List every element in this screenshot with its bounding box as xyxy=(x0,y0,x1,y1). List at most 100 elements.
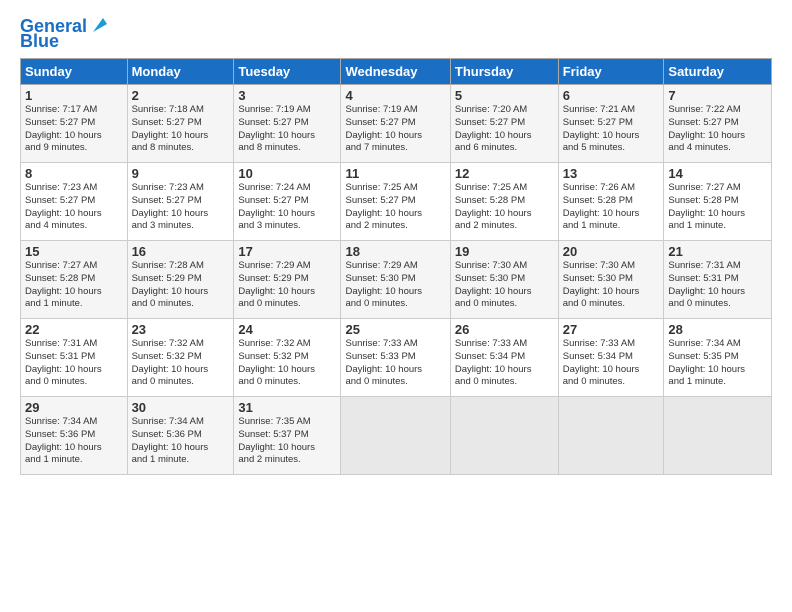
day-number: 1 xyxy=(25,88,123,103)
day-number: 12 xyxy=(455,166,554,181)
day-info: Sunrise: 7:30 AMSunset: 5:30 PMDaylight:… xyxy=(455,260,554,311)
day-info: Sunrise: 7:31 AMSunset: 5:31 PMDaylight:… xyxy=(25,338,123,389)
day-info: Sunrise: 7:29 AMSunset: 5:29 PMDaylight:… xyxy=(238,260,336,311)
day-info: Sunrise: 7:33 AMSunset: 5:34 PMDaylight:… xyxy=(455,338,554,389)
header-cell-monday: Monday xyxy=(127,59,234,85)
day-info: Sunrise: 7:29 AMSunset: 5:30 PMDaylight:… xyxy=(345,260,445,311)
day-number: 21 xyxy=(668,244,767,259)
page: General Blue SundayMondayTuesdayWednesda… xyxy=(0,0,792,485)
day-number: 13 xyxy=(563,166,660,181)
day-cell: 5Sunrise: 7:20 AMSunset: 5:27 PMDaylight… xyxy=(450,85,558,163)
day-number: 17 xyxy=(238,244,336,259)
day-cell: 17Sunrise: 7:29 AMSunset: 5:29 PMDayligh… xyxy=(234,241,341,319)
header-cell-saturday: Saturday xyxy=(664,59,772,85)
day-cell: 13Sunrise: 7:26 AMSunset: 5:28 PMDayligh… xyxy=(558,163,664,241)
logo: General Blue xyxy=(20,16,111,50)
header: General Blue xyxy=(20,16,772,50)
header-cell-thursday: Thursday xyxy=(450,59,558,85)
day-info: Sunrise: 7:34 AMSunset: 5:36 PMDaylight:… xyxy=(25,416,123,467)
day-number: 19 xyxy=(455,244,554,259)
day-cell: 9Sunrise: 7:23 AMSunset: 5:27 PMDaylight… xyxy=(127,163,234,241)
day-number: 10 xyxy=(238,166,336,181)
week-row-5: 29Sunrise: 7:34 AMSunset: 5:36 PMDayligh… xyxy=(21,397,772,475)
day-cell: 16Sunrise: 7:28 AMSunset: 5:29 PMDayligh… xyxy=(127,241,234,319)
day-cell: 2Sunrise: 7:18 AMSunset: 5:27 PMDaylight… xyxy=(127,85,234,163)
day-cell: 31Sunrise: 7:35 AMSunset: 5:37 PMDayligh… xyxy=(234,397,341,475)
header-row: SundayMondayTuesdayWednesdayThursdayFrid… xyxy=(21,59,772,85)
day-number: 23 xyxy=(132,322,230,337)
day-cell: 1Sunrise: 7:17 AMSunset: 5:27 PMDaylight… xyxy=(21,85,128,163)
week-row-2: 8Sunrise: 7:23 AMSunset: 5:27 PMDaylight… xyxy=(21,163,772,241)
day-info: Sunrise: 7:22 AMSunset: 5:27 PMDaylight:… xyxy=(668,104,767,155)
day-number: 2 xyxy=(132,88,230,103)
day-cell: 20Sunrise: 7:30 AMSunset: 5:30 PMDayligh… xyxy=(558,241,664,319)
day-number: 7 xyxy=(668,88,767,103)
header-cell-tuesday: Tuesday xyxy=(234,59,341,85)
logo-blue-text: Blue xyxy=(20,32,59,50)
day-cell: 10Sunrise: 7:24 AMSunset: 5:27 PMDayligh… xyxy=(234,163,341,241)
day-info: Sunrise: 7:18 AMSunset: 5:27 PMDaylight:… xyxy=(132,104,230,155)
day-cell: 25Sunrise: 7:33 AMSunset: 5:33 PMDayligh… xyxy=(341,319,450,397)
day-info: Sunrise: 7:32 AMSunset: 5:32 PMDaylight:… xyxy=(238,338,336,389)
day-cell: 18Sunrise: 7:29 AMSunset: 5:30 PMDayligh… xyxy=(341,241,450,319)
header-cell-sunday: Sunday xyxy=(21,59,128,85)
day-number: 3 xyxy=(238,88,336,103)
day-cell: 8Sunrise: 7:23 AMSunset: 5:27 PMDaylight… xyxy=(21,163,128,241)
day-number: 4 xyxy=(345,88,445,103)
day-info: Sunrise: 7:32 AMSunset: 5:32 PMDaylight:… xyxy=(132,338,230,389)
day-number: 11 xyxy=(345,166,445,181)
day-cell: 7Sunrise: 7:22 AMSunset: 5:27 PMDaylight… xyxy=(664,85,772,163)
day-number: 30 xyxy=(132,400,230,415)
day-cell: 24Sunrise: 7:32 AMSunset: 5:32 PMDayligh… xyxy=(234,319,341,397)
day-info: Sunrise: 7:24 AMSunset: 5:27 PMDaylight:… xyxy=(238,182,336,233)
day-number: 26 xyxy=(455,322,554,337)
day-info: Sunrise: 7:35 AMSunset: 5:37 PMDaylight:… xyxy=(238,416,336,467)
day-info: Sunrise: 7:25 AMSunset: 5:27 PMDaylight:… xyxy=(345,182,445,233)
day-cell: 15Sunrise: 7:27 AMSunset: 5:28 PMDayligh… xyxy=(21,241,128,319)
day-info: Sunrise: 7:33 AMSunset: 5:34 PMDaylight:… xyxy=(563,338,660,389)
week-row-3: 15Sunrise: 7:27 AMSunset: 5:28 PMDayligh… xyxy=(21,241,772,319)
day-number: 15 xyxy=(25,244,123,259)
day-cell: 29Sunrise: 7:34 AMSunset: 5:36 PMDayligh… xyxy=(21,397,128,475)
day-cell: 22Sunrise: 7:31 AMSunset: 5:31 PMDayligh… xyxy=(21,319,128,397)
day-cell: 11Sunrise: 7:25 AMSunset: 5:27 PMDayligh… xyxy=(341,163,450,241)
day-cell: 12Sunrise: 7:25 AMSunset: 5:28 PMDayligh… xyxy=(450,163,558,241)
header-cell-wednesday: Wednesday xyxy=(341,59,450,85)
day-cell: 23Sunrise: 7:32 AMSunset: 5:32 PMDayligh… xyxy=(127,319,234,397)
header-cell-friday: Friday xyxy=(558,59,664,85)
day-info: Sunrise: 7:27 AMSunset: 5:28 PMDaylight:… xyxy=(25,260,123,311)
day-info: Sunrise: 7:23 AMSunset: 5:27 PMDaylight:… xyxy=(25,182,123,233)
day-number: 14 xyxy=(668,166,767,181)
day-number: 20 xyxy=(563,244,660,259)
logo-icon xyxy=(89,14,111,36)
day-cell: 28Sunrise: 7:34 AMSunset: 5:35 PMDayligh… xyxy=(664,319,772,397)
day-number: 31 xyxy=(238,400,336,415)
day-cell: 19Sunrise: 7:30 AMSunset: 5:30 PMDayligh… xyxy=(450,241,558,319)
day-info: Sunrise: 7:19 AMSunset: 5:27 PMDaylight:… xyxy=(238,104,336,155)
day-info: Sunrise: 7:17 AMSunset: 5:27 PMDaylight:… xyxy=(25,104,123,155)
day-info: Sunrise: 7:19 AMSunset: 5:27 PMDaylight:… xyxy=(345,104,445,155)
day-cell: 30Sunrise: 7:34 AMSunset: 5:36 PMDayligh… xyxy=(127,397,234,475)
day-number: 16 xyxy=(132,244,230,259)
day-cell: 14Sunrise: 7:27 AMSunset: 5:28 PMDayligh… xyxy=(664,163,772,241)
day-number: 27 xyxy=(563,322,660,337)
day-cell: 4Sunrise: 7:19 AMSunset: 5:27 PMDaylight… xyxy=(341,85,450,163)
week-row-1: 1Sunrise: 7:17 AMSunset: 5:27 PMDaylight… xyxy=(21,85,772,163)
day-number: 25 xyxy=(345,322,445,337)
day-info: Sunrise: 7:25 AMSunset: 5:28 PMDaylight:… xyxy=(455,182,554,233)
day-cell xyxy=(558,397,664,475)
day-number: 28 xyxy=(668,322,767,337)
day-info: Sunrise: 7:23 AMSunset: 5:27 PMDaylight:… xyxy=(132,182,230,233)
day-number: 29 xyxy=(25,400,123,415)
day-info: Sunrise: 7:34 AMSunset: 5:36 PMDaylight:… xyxy=(132,416,230,467)
day-info: Sunrise: 7:21 AMSunset: 5:27 PMDaylight:… xyxy=(563,104,660,155)
day-number: 5 xyxy=(455,88,554,103)
day-number: 24 xyxy=(238,322,336,337)
day-cell: 3Sunrise: 7:19 AMSunset: 5:27 PMDaylight… xyxy=(234,85,341,163)
day-cell: 26Sunrise: 7:33 AMSunset: 5:34 PMDayligh… xyxy=(450,319,558,397)
day-number: 8 xyxy=(25,166,123,181)
day-info: Sunrise: 7:33 AMSunset: 5:33 PMDaylight:… xyxy=(345,338,445,389)
day-cell xyxy=(450,397,558,475)
calendar-table: SundayMondayTuesdayWednesdayThursdayFrid… xyxy=(20,58,772,475)
day-info: Sunrise: 7:31 AMSunset: 5:31 PMDaylight:… xyxy=(668,260,767,311)
